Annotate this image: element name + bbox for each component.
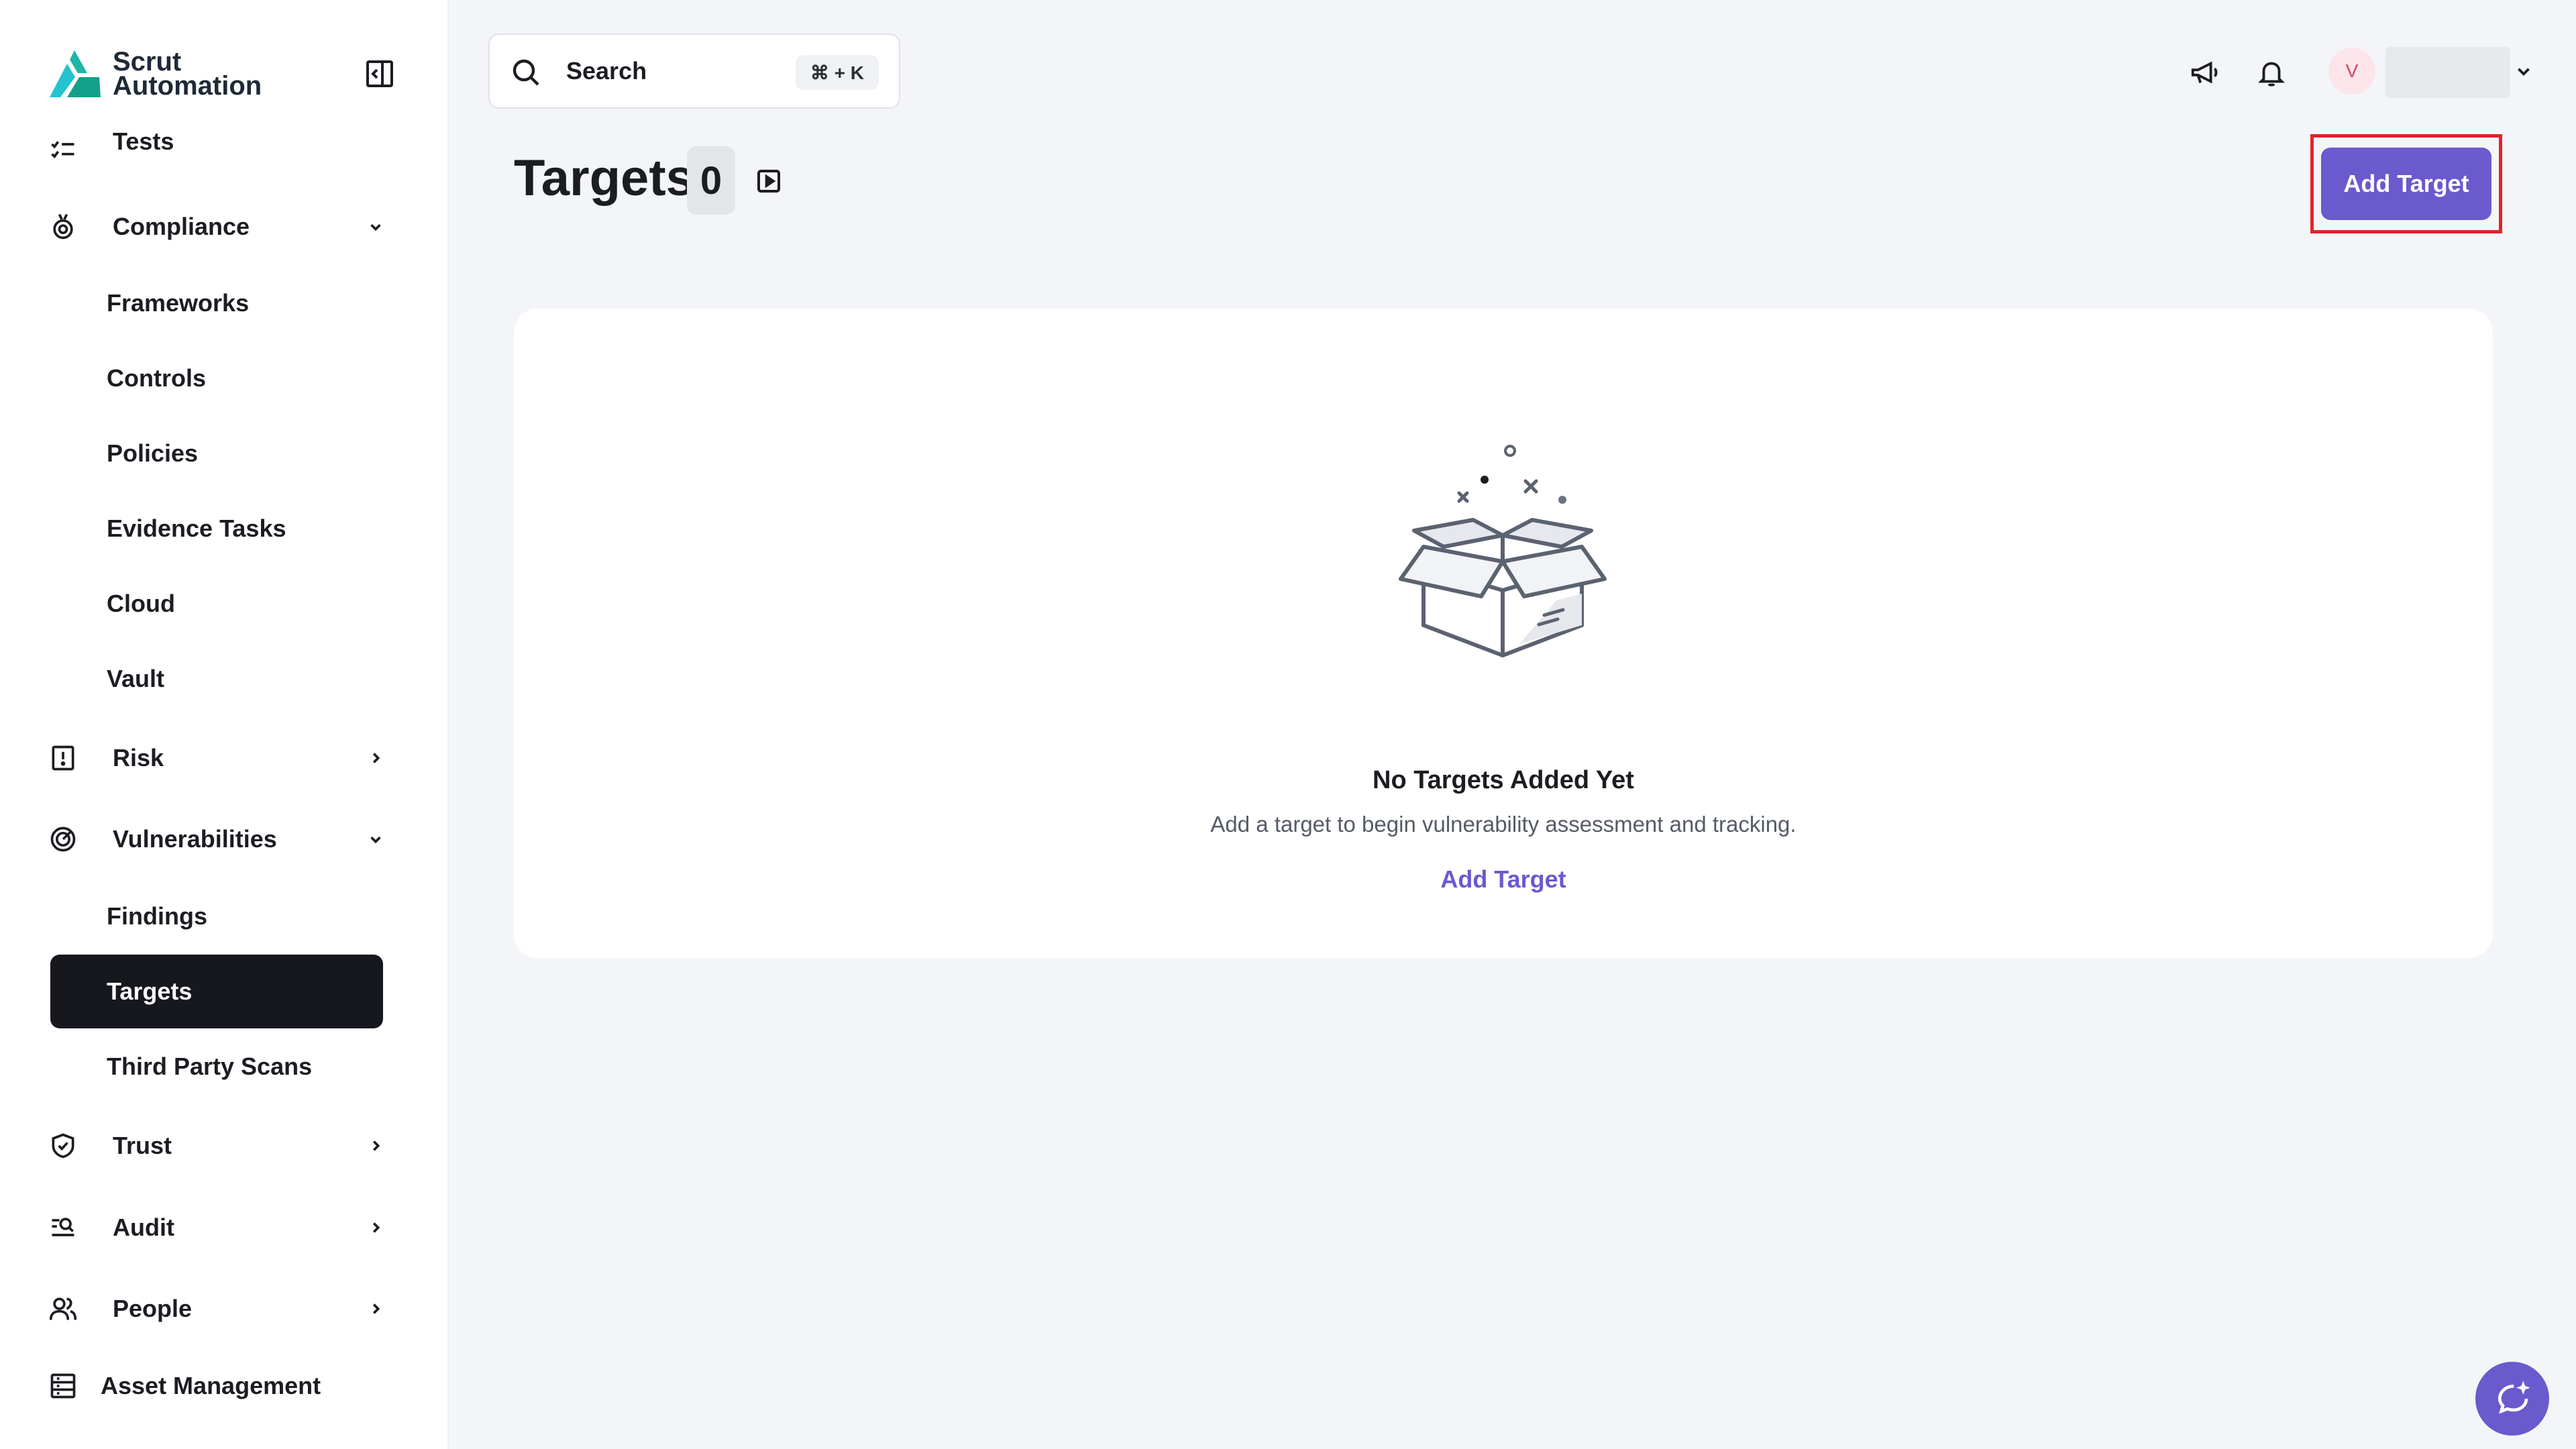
play-video-icon: [757, 170, 780, 193]
empty-state-description: Add a target to begin vulnerability asse…: [1210, 812, 1796, 837]
chevron-right-icon: [364, 1297, 388, 1321]
add-target-link[interactable]: Add Target: [1440, 865, 1566, 893]
sidebar-item-label: People: [113, 1295, 193, 1322]
sidebar-item-third-party-scans[interactable]: Third Party Scans: [50, 1030, 383, 1104]
chevron-down-icon: [2518, 68, 2530, 76]
announcements-button[interactable]: [2186, 54, 2223, 91]
sidebar-item-compliance[interactable]: Compliance: [40, 199, 402, 255]
scrut-logo-icon: [50, 50, 101, 97]
people-icon: [46, 1291, 80, 1326]
search-shortcut-badge: ⌘ + K: [795, 55, 879, 90]
user-name-redacted[interactable]: [2385, 47, 2510, 98]
radar-icon: [46, 822, 80, 857]
page-title: Targets: [514, 150, 694, 207]
compliance-medal-icon: [46, 209, 80, 244]
sidebar-item-cloud[interactable]: Cloud: [50, 567, 383, 641]
sidebar-item-label: Asset Management: [101, 1372, 321, 1399]
chevron-right-icon: [364, 746, 388, 770]
sidebar-item-targets[interactable]: Targets: [50, 955, 383, 1028]
sidebar-item-vault[interactable]: Vault: [50, 642, 383, 716]
sidebar-item-people[interactable]: People: [40, 1281, 402, 1337]
megaphone-icon: [2191, 61, 2218, 84]
targets-count-badge: 0: [687, 146, 735, 215]
chat-support-button[interactable]: [2475, 1362, 2549, 1436]
brand-name: Scrut Automation: [113, 46, 262, 101]
notifications-button[interactable]: [2253, 54, 2290, 91]
brand[interactable]: Scrut Automation: [47, 42, 262, 105]
chat-sparkle-icon: [2498, 1381, 2530, 1414]
chevron-down-icon: [364, 215, 388, 239]
sidebar-item-frameworks[interactable]: Frameworks: [50, 266, 383, 340]
avatar[interactable]: V: [2328, 48, 2375, 95]
sidebar-item-controls[interactable]: Controls: [50, 341, 383, 415]
sidebar-item-risk[interactable]: Risk: [40, 730, 402, 786]
risk-document-icon: [46, 741, 80, 775]
brand-line-2: Automation: [113, 70, 262, 101]
sidebar-item-policies[interactable]: Policies: [50, 417, 383, 490]
empty-state-title: No Targets Added Yet: [1373, 766, 1634, 794]
chevron-right-icon: [364, 1216, 388, 1240]
empty-box-illustration-icon: [1399, 445, 1607, 657]
checklist-icon: [46, 134, 80, 165]
sidebar: Scrut Automation Tests Compliance Framew…: [0, 0, 449, 1449]
sidebar-item-label: Audit: [113, 1214, 174, 1241]
sidebar-item-audit[interactable]: Audit: [40, 1199, 402, 1256]
audit-search-icon: [46, 1210, 80, 1245]
user-menu-button[interactable]: [2510, 58, 2537, 85]
add-target-button[interactable]: Add Target: [2321, 148, 2491, 220]
sidebar-item-label: Tests: [113, 127, 174, 155]
video-tutorial-button[interactable]: [754, 166, 784, 196]
search-icon: [513, 59, 539, 86]
search-label: Search: [566, 57, 647, 85]
bell-icon: [2258, 62, 2285, 87]
asset-list-icon: [46, 1368, 80, 1403]
sidebar-item-trust[interactable]: Trust: [40, 1118, 402, 1174]
chevron-right-icon: [364, 1134, 388, 1158]
sidebar-collapse-button[interactable]: [361, 55, 398, 93]
sidebar-item-label: Trust: [113, 1132, 172, 1159]
sidebar-item-findings[interactable]: Findings: [50, 879, 383, 953]
sidebar-item-label: Vulnerabilities: [113, 825, 277, 853]
sidebar-item-tests[interactable]: Tests: [40, 118, 402, 165]
sidebar-item-vulnerabilities[interactable]: Vulnerabilities: [40, 811, 402, 867]
chevron-down-icon: [364, 827, 388, 851]
sidebar-item-asset-management[interactable]: Asset Management: [40, 1358, 402, 1414]
sidebar-collapse-icon: [366, 60, 393, 87]
sidebar-item-evidence-tasks[interactable]: Evidence Tasks: [50, 492, 383, 566]
shield-check-icon: [46, 1128, 80, 1163]
sidebar-item-label: Risk: [113, 744, 164, 771]
brand-line-1: Scrut: [113, 46, 182, 76]
search-input[interactable]: Search ⌘ + K: [488, 34, 900, 109]
sidebar-item-label: Compliance: [113, 213, 250, 240]
